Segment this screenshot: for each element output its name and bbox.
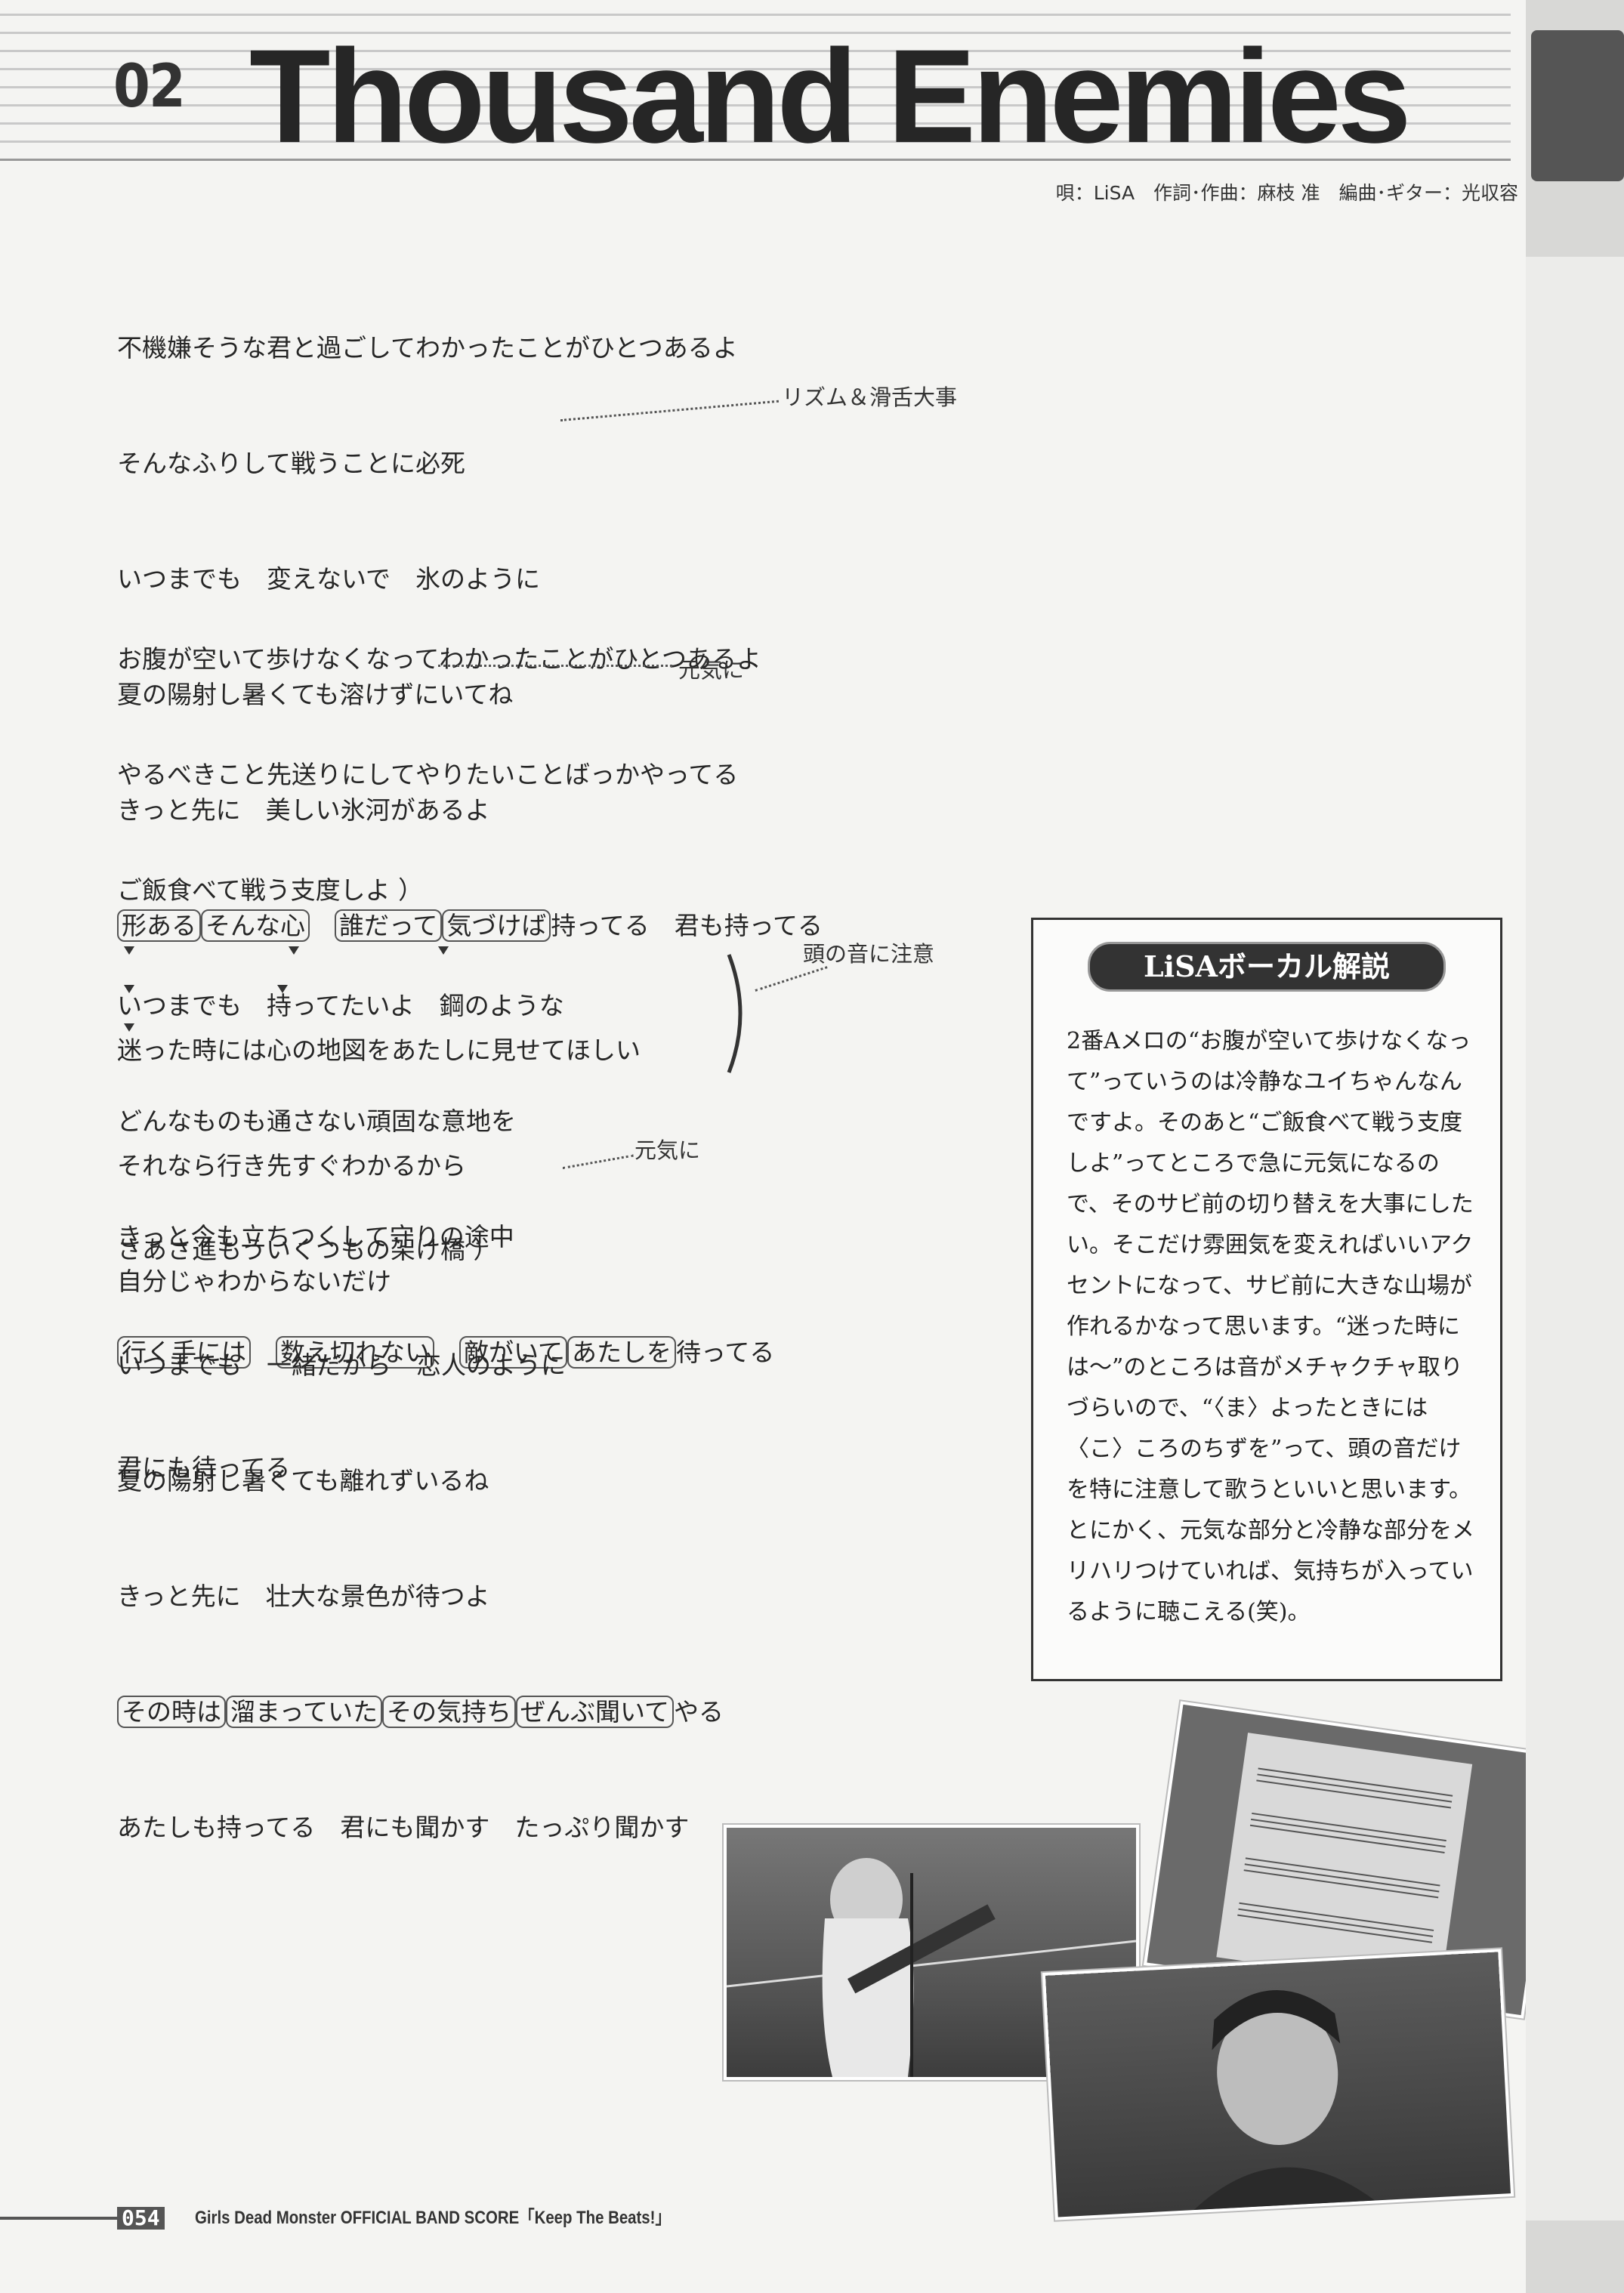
bracket-icon: [727, 954, 743, 1073]
lyric-line: やるべきこと先送りにしてやりたいことばっかやってる: [117, 760, 739, 789]
attack-mark: [438, 946, 449, 955]
commentary-title: LiSAボーカル解説: [1088, 942, 1446, 992]
character-face-icon: [1193, 1990, 1375, 2211]
note-leader: [438, 665, 672, 667]
emphasis-box: ぜんぶ聞いて: [516, 1696, 675, 1728]
attack-mark: [124, 1023, 134, 1032]
attack-mark: [277, 985, 288, 993]
lyrics-stanza-4: さあさ進もういくつもの架け橋 ） いつまでも 一緒だから 恋人のように 夏の陽射…: [117, 1153, 724, 1885]
note-rhythm: リズム＆滑舌大事: [782, 384, 958, 410]
page-number: 054: [117, 2207, 165, 2230]
illustration-character: [1045, 1952, 1511, 2217]
lyric-line: いつまでも 一緒だから 恋人のように: [117, 1350, 566, 1380]
song-credits: 唄：LiSA 作詞･作曲：麻枝 准 編曲･ギター：光収容: [1055, 182, 1518, 204]
band-logo-icon: [1531, 30, 1624, 181]
lyric-line: 不機嫌そうな君と過ごしてわかったことがひとつあるよ: [117, 333, 738, 363]
lyric-line: ご飯食べて戦う支度しよ ）: [117, 875, 424, 905]
adjacent-page-content: [1526, 257, 1624, 2220]
lyric-line: さあさ進もういくつもの架け橋 ）: [117, 1235, 499, 1264]
emphasis-box: その気持ち: [382, 1696, 517, 1728]
song-title: Thousand Enemies: [249, 23, 1412, 171]
track-number: 02: [113, 53, 186, 121]
lyric-line: あたしも持ってる 君にも聞かす たっぷり聞かす: [117, 1813, 690, 1842]
book-series-title: Girls Dead Monster OFFICIAL BAND SCORE「K…: [195, 2208, 671, 2228]
attack-mark: [124, 985, 134, 993]
lyric-line: そんなふりして戦うことに必死: [117, 449, 466, 478]
lyric-line: 夏の陽射し暑くても離れずいるね: [117, 1466, 489, 1495]
lyric-line: きっと先に 壮大な景色が待つよ: [117, 1582, 490, 1611]
commentary-body: 2番Aメロの“お腹が空いて歩けなくなって”っていうのは冷静なユイちゃんなんですよ…: [1067, 1028, 1474, 1625]
emphasis-box: 溜まっていた: [226, 1696, 383, 1728]
attack-mark: [124, 946, 134, 955]
attack-mark: [289, 946, 299, 955]
emphasis-box: その時は: [117, 1696, 226, 1728]
lyric-line-boxed: その時は 溜まっていた その気持ち ぜんぶ聞いて やる: [117, 1693, 724, 1731]
note-attention: 頭の音に注意: [803, 941, 935, 967]
lyric-line: お腹が空いて歩けなくなってわかったことがひとつあるよ: [117, 644, 762, 674]
attack-marks: [124, 946, 449, 1032]
note-genki-2: 元気に: [634, 1137, 701, 1163]
lyric-text: やる: [674, 1697, 724, 1727]
footer-rule: [0, 2217, 117, 2220]
note-genki-1: 元気に: [678, 657, 745, 683]
